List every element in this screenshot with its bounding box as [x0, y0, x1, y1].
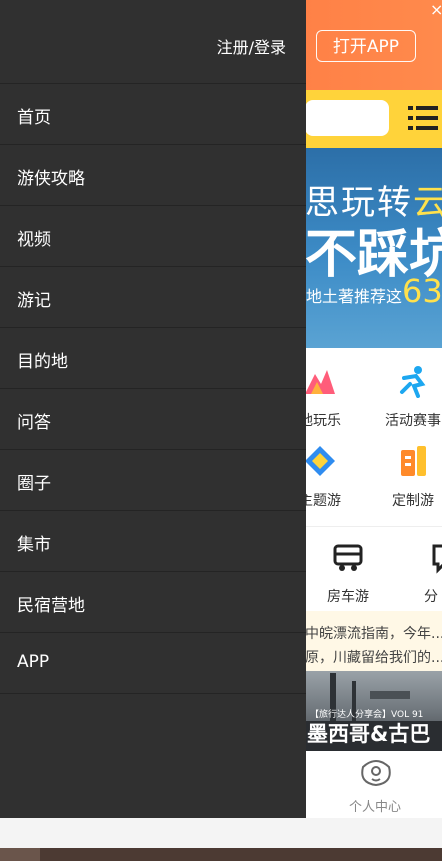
share-icon [432, 544, 442, 574]
mountain-icon [305, 370, 335, 394]
category-label: 定制游 [392, 493, 434, 509]
menu-item-circle[interactable]: 圈子 [0, 450, 306, 511]
menu-item-home[interactable]: 首页 [0, 84, 306, 145]
category-label: 活动赛事 [385, 413, 441, 429]
category-rv-tour[interactable]: 房车游 [303, 540, 393, 606]
page-footer-area [0, 818, 442, 848]
user-center-label[interactable]: 个人中心 [330, 796, 420, 815]
menu-item-qa[interactable]: 问答 [0, 389, 306, 450]
user-center-icon[interactable] [359, 757, 393, 787]
custom-icon [401, 446, 426, 476]
menu-item-label: APP [17, 652, 50, 672]
runner-icon [400, 366, 426, 398]
bottom-image-strip [0, 848, 442, 861]
menu-item-label: 游侠攻略 [17, 169, 85, 189]
theme-icon [305, 446, 335, 476]
menu-item-label: 集市 [17, 535, 51, 555]
menu-item-label: 游记 [17, 291, 51, 311]
menu-item-video[interactable]: 视频 [0, 206, 306, 267]
menu-item-travelogue[interactable]: 游记 [0, 267, 306, 328]
menu-item-guides[interactable]: 游侠攻略 [0, 145, 306, 206]
menu-item-label: 圈子 [17, 474, 51, 494]
menu-icon[interactable] [408, 104, 438, 132]
category-custom-tour[interactable]: 定制游 [368, 444, 442, 510]
menu-item-homestay[interactable]: 民宿营地 [0, 572, 306, 633]
open-app-button[interactable]: 打开APP [316, 30, 416, 62]
menu-item-label: 目的地 [17, 352, 68, 372]
menu-item-label: 民宿营地 [17, 596, 85, 616]
rv-icon [333, 544, 363, 571]
menu-item-label: 首页 [17, 108, 51, 128]
banner-line-3: 地土著推荐这63种 [306, 272, 442, 310]
category-events[interactable]: 活动赛事 [368, 364, 442, 430]
news-line: 中皖漂流指南，今年... [305, 626, 442, 642]
menu-item-app[interactable]: APP [0, 633, 306, 694]
menu-item-label: 视频 [17, 230, 51, 250]
divider [305, 526, 442, 527]
menu-item-destination[interactable]: 目的地 [0, 328, 306, 389]
category-share[interactable]: 分 [400, 540, 442, 606]
login-register-link[interactable]: 注册/登录 [217, 34, 286, 58]
photo-title: 墨西哥&古巴 [307, 722, 431, 746]
bottom-image-strip-left [0, 848, 40, 861]
menu-item-market[interactable]: 集市 [0, 511, 306, 572]
menu-item-label: 问答 [17, 413, 51, 433]
category-label: 分 [424, 589, 438, 605]
side-drawer: 注册/登录 首页 游侠攻略 视频 游记 目的地 问答 圈子 集市 民宿营地 AP… [0, 0, 306, 818]
news-line: 原，川藏留给我们的... [305, 650, 442, 666]
category-label: 房车游 [327, 589, 369, 605]
search-input[interactable] [305, 100, 389, 136]
close-icon[interactable]: × [430, 2, 442, 18]
